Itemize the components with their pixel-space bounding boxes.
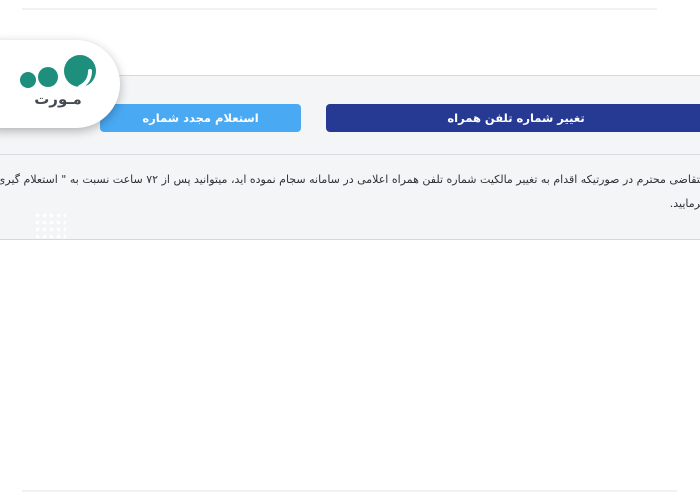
logo-text: مـورت xyxy=(34,90,82,108)
reinquiry-button[interactable]: استعلام مجدد شماره xyxy=(100,104,301,132)
logo-mark-icon: مـورت xyxy=(20,55,96,108)
notice-line-2: فرمایید. xyxy=(669,197,700,210)
change-phone-number-button[interactable]: تغییر شماره تلفن همراه xyxy=(326,104,700,132)
panel-divider xyxy=(0,154,700,155)
bottom-divider xyxy=(22,490,677,492)
site-logo: مـورت xyxy=(0,40,120,128)
top-divider xyxy=(22,8,657,10)
notice-message: متقاضی محترم در صورتیکه اقدام به تغییر م… xyxy=(0,168,700,216)
dot-pattern-decoration xyxy=(34,212,66,242)
notice-line-1: متقاضی محترم در صورتیکه اقدام به تغییر م… xyxy=(0,173,700,186)
